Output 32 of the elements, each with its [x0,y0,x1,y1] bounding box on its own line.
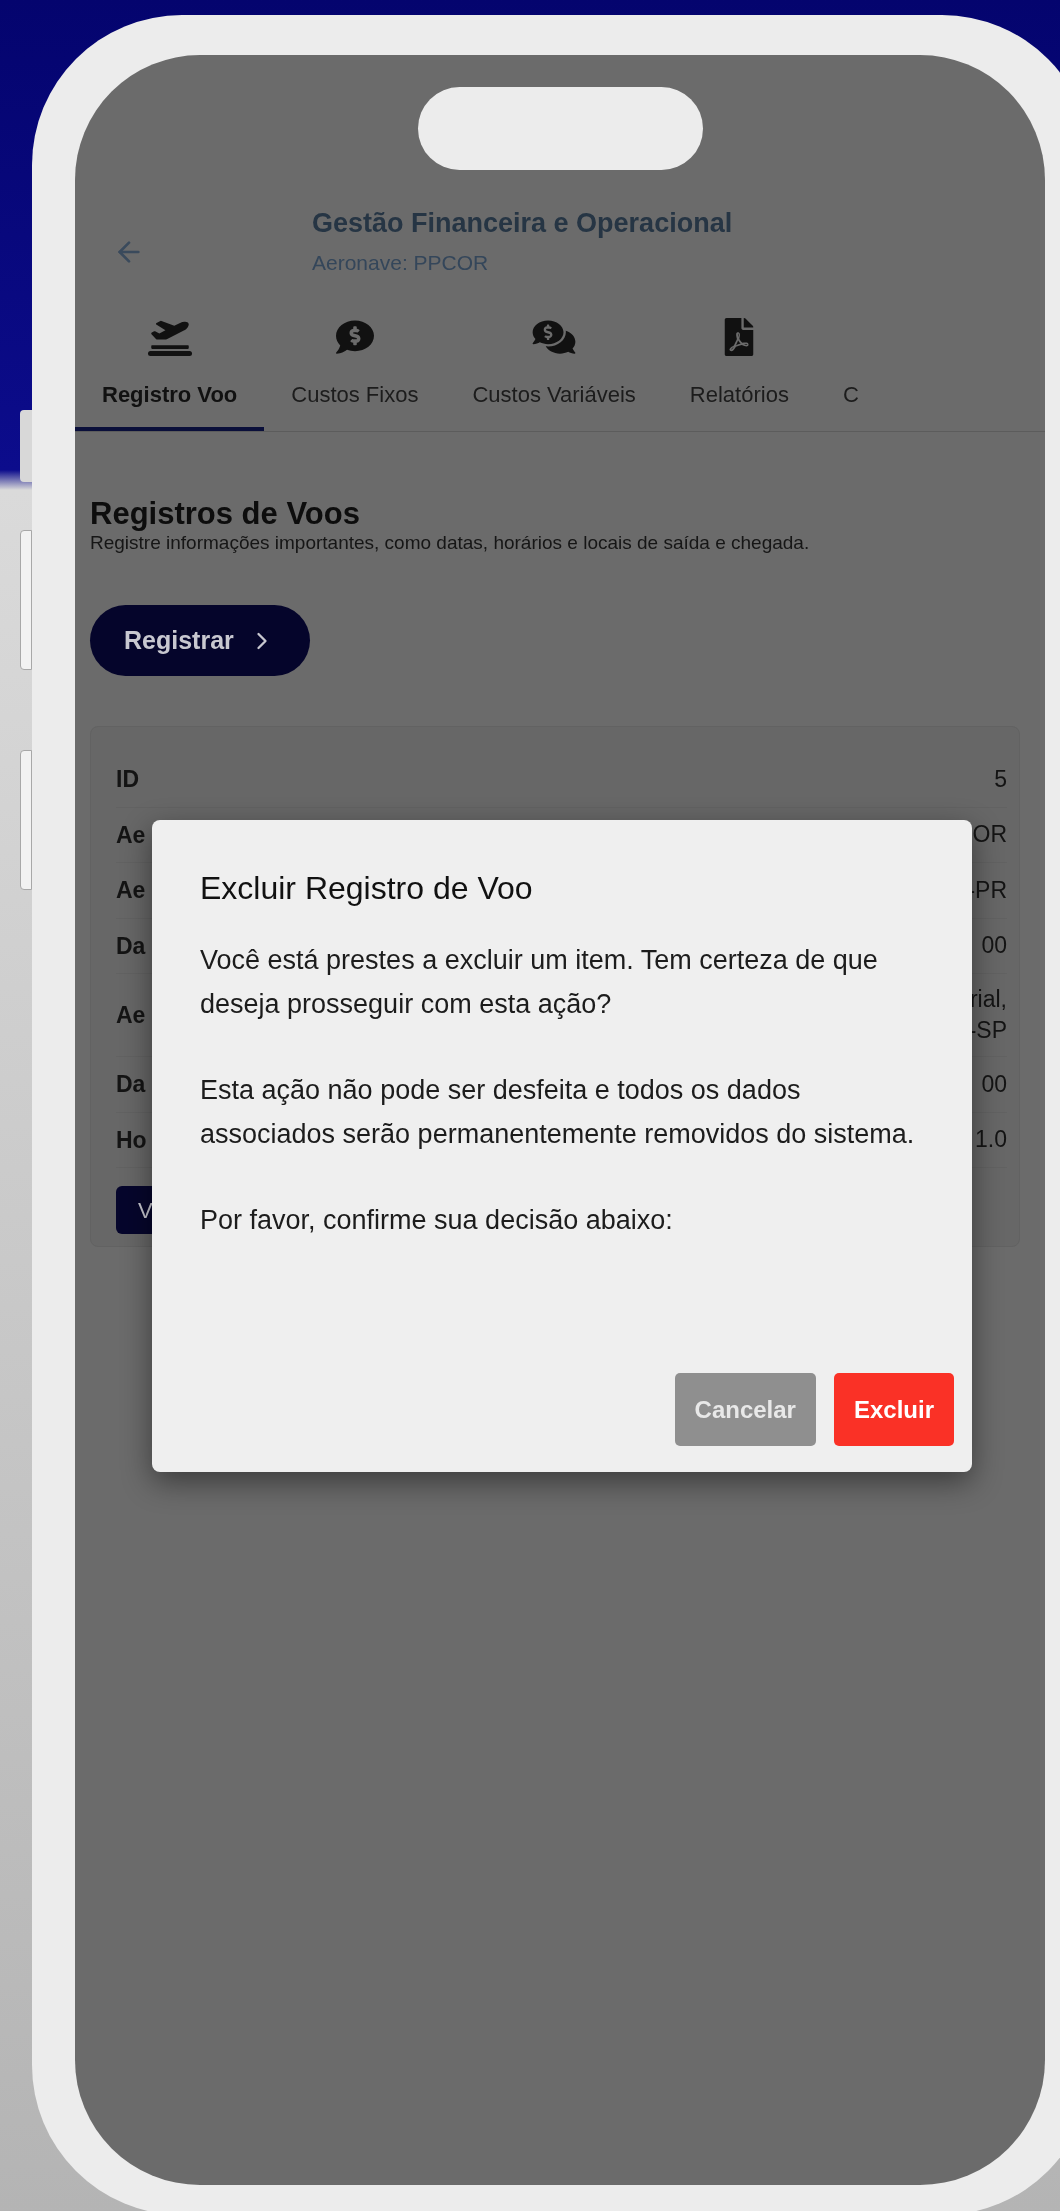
section-description: Registre informações importantes, como datas, horários e locais de saída e chegada. [90,532,811,553]
field-label: Ae [116,820,146,850]
dialog-text: Por favor, confirme sua decisão abaixo: [200,1204,674,1237]
field-value: 5 [994,764,1007,794]
delete-button[interactable]: Excluir [833,1373,954,1446]
page-title: Gestão Financeira e Operacional [312,207,733,240]
dialog-text: Esta ação não pode ser desfeita e todos os dados associados serão permanentemente removidos do sistema. [200,1074,916,1151]
field-value: rial, -SP [968,985,1007,1045]
page-subtitle: Aeronave: PPCOR [312,250,490,276]
dialog-title: Excluir Registro de Voo [200,869,534,908]
section-heading: Registros de Voos [90,496,361,532]
field-value: 00 [981,1069,1007,1099]
field-value: OR [972,820,1007,850]
field-label: Ae [116,1000,146,1030]
field-label: Ho [116,1125,147,1155]
tab[interactable]: Custos Variáveis [445,318,663,431]
dialog-text: Você está prestes a excluir um item. Tem certeza de que deseja prosseguir com esta ação? [200,944,879,1021]
field-label: ID [116,765,139,794]
cancel-button[interactable]: Cancelar [674,1373,816,1446]
field-label: Da [116,1070,146,1099]
field-label: Ae [116,876,146,905]
field-value: 00 [981,931,1007,961]
dollar-chat-icon [335,318,374,356]
tab[interactable]: Custos Fixos [264,318,446,431]
tab[interactable]: Relatórios [662,318,816,431]
field-value: -PR [967,875,1007,905]
register-button[interactable]: Registrar [90,605,310,676]
tab[interactable]: Registro Voo [75,318,265,431]
plane-icon [147,319,192,356]
field-label: Da [116,931,146,961]
tab[interactable]: C [815,318,886,431]
field-value: 1.0 [975,1125,1007,1155]
